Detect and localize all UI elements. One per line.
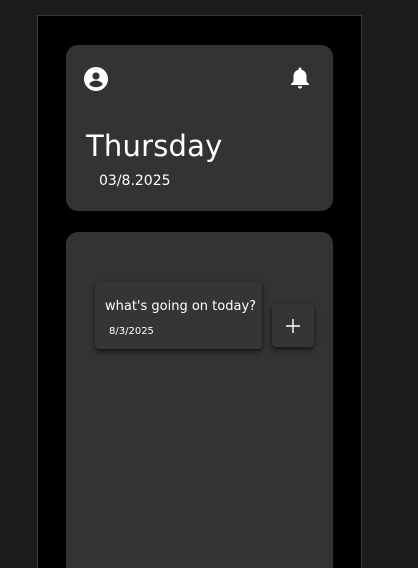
add-task-button[interactable] (272, 304, 314, 347)
account-circle-icon (84, 67, 108, 91)
task-title: what's going on today? (105, 299, 257, 314)
day-title: Thursday (86, 129, 223, 163)
header-card: Thursday 03/8.2025 (66, 45, 333, 211)
plus-icon (286, 318, 300, 333)
profile-button[interactable] (84, 67, 108, 91)
task-card[interactable]: what's going on today? 8/3/2025 (95, 282, 262, 349)
phone-screen: Thursday 03/8.2025 what's going on today… (37, 15, 362, 568)
task-date: 8/3/2025 (109, 326, 154, 337)
bell-icon (291, 67, 309, 89)
notifications-button[interactable] (289, 66, 311, 90)
date-label: 03/8.2025 (99, 173, 171, 189)
tasks-panel: what's going on today? 8/3/2025 (66, 232, 333, 568)
